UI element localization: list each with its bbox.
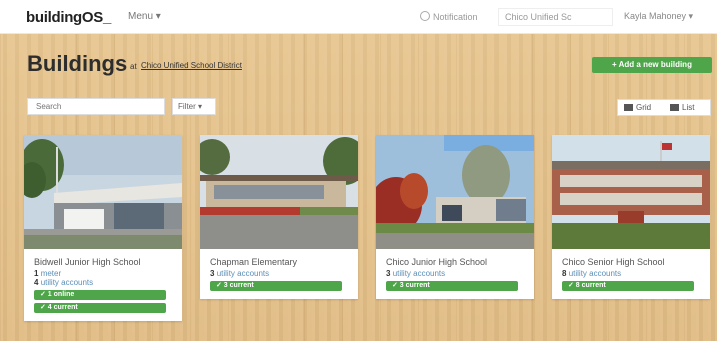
app-logo[interactable]: buildingOS_ [26, 9, 111, 26]
buildings-page: Buildings at Chico Unified School Distri… [0, 34, 717, 341]
card-info: Bidwell Junior High School 1 meter 4 uti… [24, 249, 182, 321]
building-name[interactable]: Chico Junior High School [386, 257, 524, 267]
menu-dropdown[interactable]: Menu ▾ [128, 11, 161, 22]
building-card[interactable]: Bidwell Junior High School 1 meter 4 uti… [24, 135, 182, 321]
filter-dropdown[interactable]: Filter ▾ [172, 98, 216, 115]
building-photo [200, 135, 358, 249]
district-select[interactable]: Chico Unified Sc [498, 8, 613, 26]
account-count: 3 utility accounts [386, 269, 446, 278]
bell-icon [420, 11, 430, 21]
status-badge: ✓ 8 current [562, 281, 694, 291]
accounts-link[interactable]: utility accounts [41, 278, 93, 287]
list-view-button[interactable]: List [670, 103, 694, 112]
building-card[interactable]: Chapman Elementary 3 utility accounts ✓ … [200, 135, 358, 299]
user-menu[interactable]: Kayla Mahoney ▾ [624, 11, 693, 22]
card-info: Chapman Elementary 3 utility accounts ✓ … [200, 249, 358, 299]
grid-label: Grid [636, 103, 652, 112]
notification-link[interactable]: Notification [420, 11, 478, 22]
accounts-link[interactable]: utility accounts [393, 269, 445, 278]
account-count: 4 utility accounts [34, 278, 94, 287]
building-card[interactable]: Chico Senior High School 8 utility accou… [552, 135, 710, 299]
status-badge: ✓ 3 current [386, 281, 518, 291]
meter-count: 1 meter [34, 269, 62, 278]
account-count: 8 utility accounts [562, 269, 622, 278]
building-photo [376, 135, 534, 249]
top-navbar: buildingOS_ Menu ▾ Notification Chico Un… [0, 0, 717, 34]
building-photo [24, 135, 182, 249]
building-card[interactable]: Chico Junior High School 3 utility accou… [376, 135, 534, 299]
add-building-button[interactable]: + Add a new building [592, 57, 712, 73]
status-badge: ✓ 3 current [210, 281, 342, 291]
notification-label: Notification [433, 12, 478, 22]
page-title: Buildings [27, 51, 128, 76]
account-count: 3 utility accounts [210, 269, 270, 278]
building-name[interactable]: Bidwell Junior High School [34, 257, 172, 267]
list-label: List [682, 103, 695, 112]
status-badge: ✓ 4 current [34, 303, 166, 313]
status-badge: ✓ 1 online [34, 290, 166, 300]
list-icon [670, 104, 679, 111]
accounts-link[interactable]: utility accounts [569, 269, 621, 278]
grid-view-button[interactable]: Grid [624, 103, 651, 112]
title-at-label: at [130, 62, 137, 71]
card-info: Chico Senior High School 8 utility accou… [552, 249, 710, 299]
accounts-link[interactable]: utility accounts [217, 269, 269, 278]
district-link[interactable]: Chico Unified School District [141, 61, 242, 70]
grid-icon [624, 104, 633, 111]
building-photo [552, 135, 710, 249]
search-input[interactable] [27, 98, 165, 115]
meter-link[interactable]: meter [41, 269, 61, 278]
card-info: Chico Junior High School 3 utility accou… [376, 249, 534, 299]
view-toggle: Grid List [617, 99, 711, 116]
building-name[interactable]: Chico Senior High School [562, 257, 700, 267]
building-name[interactable]: Chapman Elementary [210, 257, 348, 267]
